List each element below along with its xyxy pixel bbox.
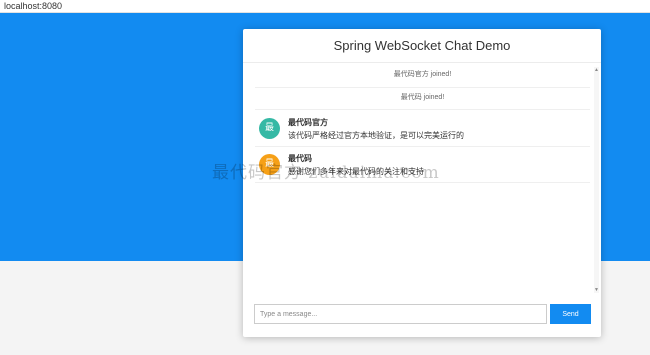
message-area[interactable]: 最代码官方 joined! 最代码 joined! 最 最代码官方 该代码严格经… [243,64,601,322]
avatar: 最 [259,118,280,139]
chat-panel: Spring WebSocket Chat Demo 最代码官方 joined!… [243,29,601,337]
event-message: 最代码 joined! [255,88,590,110]
browser-address-bar[interactable]: localhost:8080 [0,0,650,13]
chat-title: Spring WebSocket Chat Demo [333,38,511,53]
message-text: 该代码严格经过官方本地验证，是可以完美运行的 [288,131,464,140]
message-form: Send [243,297,601,337]
event-message: 最代码官方 joined! [255,66,590,88]
message-scrollbar[interactable]: ▲ ▼ [594,67,599,293]
send-button[interactable]: Send [550,304,591,324]
chat-message: 最 最代码官方 该代码严格经过官方本地验证，是可以完美运行的 [255,111,590,147]
chat-header: Spring WebSocket Chat Demo [243,29,601,63]
url-text: localhost:8080 [4,1,63,11]
message-input[interactable] [254,304,547,324]
scroll-down-icon[interactable]: ▼ [594,287,599,293]
sender-name: 最代码官方 [288,118,328,127]
scroll-up-icon[interactable]: ▲ [594,67,599,73]
watermark-text: 最代码官方 zuidaima.com [212,163,440,183]
